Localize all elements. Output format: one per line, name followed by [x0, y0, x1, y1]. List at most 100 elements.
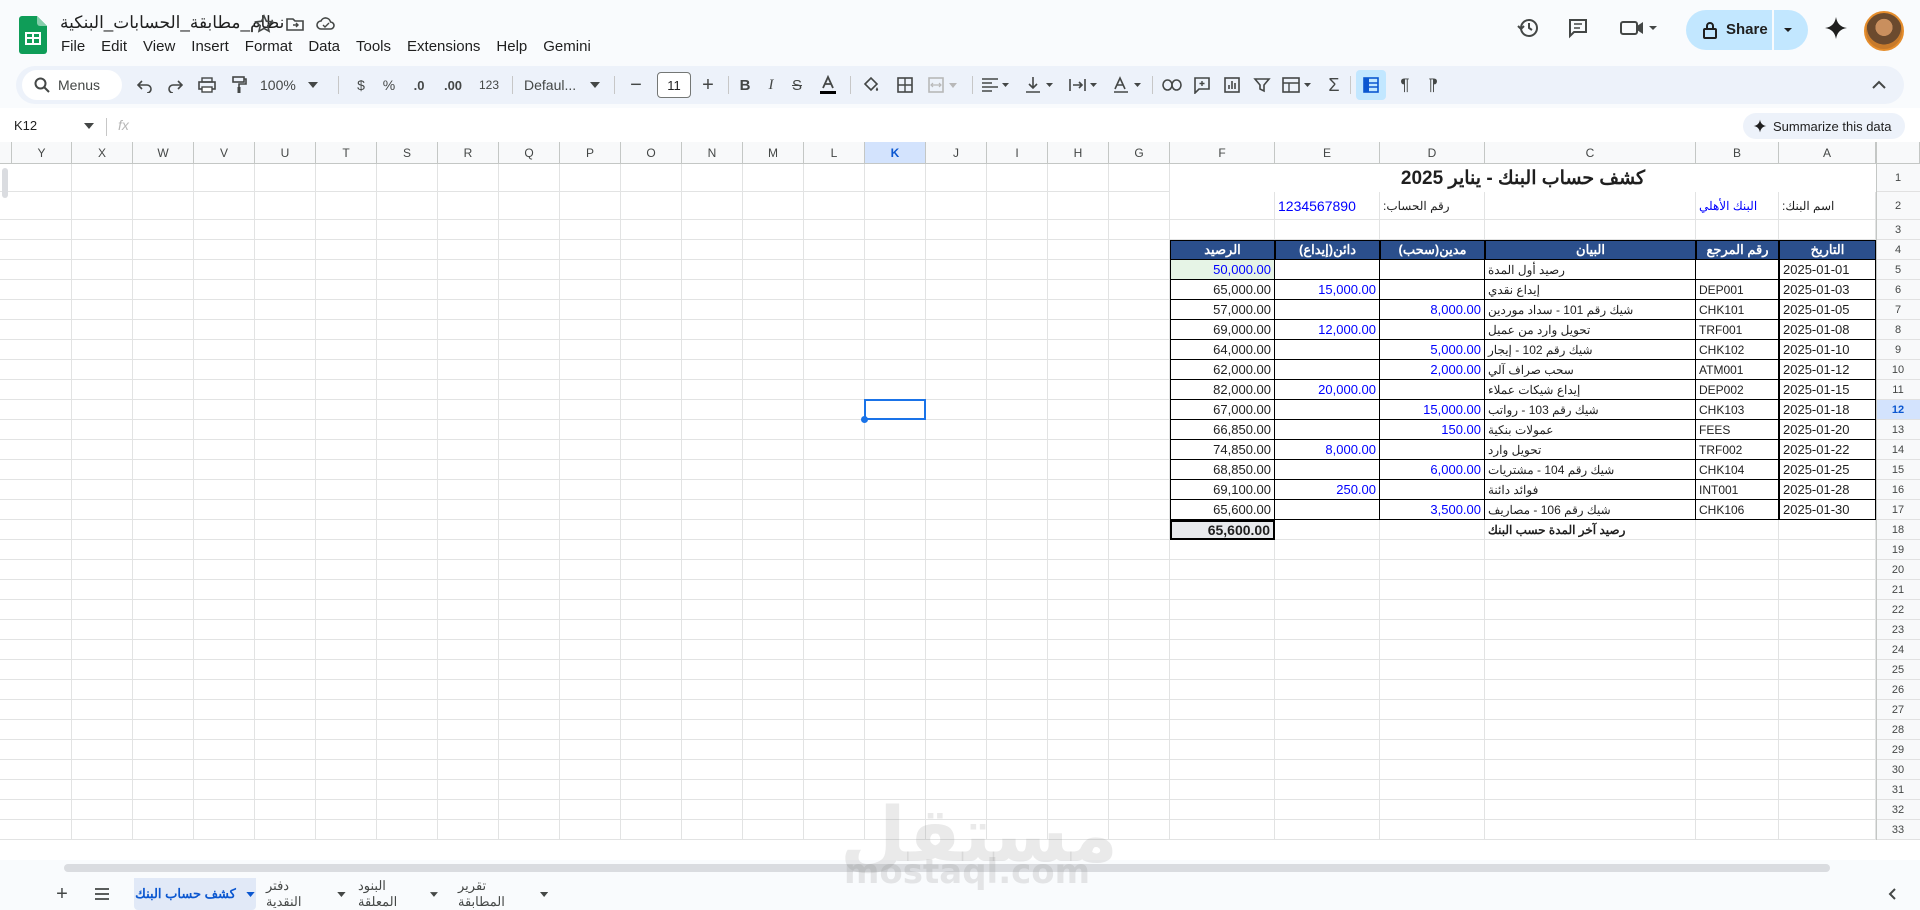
cell-date[interactable]: 2025-01-25	[1779, 460, 1876, 480]
column-header-d[interactable]: D	[1380, 142, 1485, 164]
cell-debit[interactable]: 150.00	[1380, 420, 1485, 440]
font-size-input[interactable]: 11	[657, 72, 691, 98]
comments-button[interactable]	[1560, 10, 1596, 46]
column-header-r[interactable]: R	[438, 142, 499, 164]
closing-balance-value[interactable]: 65,600.00	[1170, 520, 1275, 540]
row-header-16[interactable]: 16	[1876, 480, 1920, 500]
cell-description[interactable]: إيداع شيكات عملاء	[1485, 380, 1696, 400]
cell-credit[interactable]: 12,000.00	[1275, 320, 1380, 340]
row-header-2[interactable]: 2	[1876, 192, 1920, 220]
cell-debit[interactable]: 15,000.00	[1380, 400, 1485, 420]
print-button[interactable]	[194, 66, 220, 104]
paint-format-button[interactable]	[226, 66, 252, 104]
version-history-button[interactable]	[1510, 10, 1546, 46]
vertical-scrollbar[interactable]	[2, 168, 8, 198]
move-folder-icon[interactable]	[285, 14, 305, 34]
freeze-button[interactable]	[1356, 70, 1386, 100]
bank-name-label[interactable]: اسم البنك:	[1779, 192, 1876, 220]
cell-balance[interactable]: 64,000.00	[1170, 340, 1275, 360]
row-header-11[interactable]: 11	[1876, 380, 1920, 400]
cell-date[interactable]: 2025-01-08	[1779, 320, 1876, 340]
row-header-27[interactable]: 27	[1876, 700, 1920, 720]
cell-debit[interactable]: 6,000.00	[1380, 460, 1485, 480]
column-header-u[interactable]: U	[255, 142, 316, 164]
cell-date[interactable]: 2025-01-12	[1779, 360, 1876, 380]
cell-ref[interactable]: CHK106	[1696, 500, 1779, 520]
table-views-button[interactable]	[1278, 66, 1316, 104]
add-sheet-button[interactable]: +	[50, 878, 74, 910]
cell-description[interactable]: رصيد أول المدة	[1485, 260, 1696, 280]
row-header-26[interactable]: 26	[1876, 680, 1920, 700]
insert-chart-button[interactable]	[1218, 66, 1246, 104]
horizontal-align-button[interactable]	[978, 66, 1014, 104]
chevron-down-icon[interactable]	[84, 123, 94, 129]
cell-date[interactable]: 2025-01-30	[1779, 500, 1876, 520]
sheet-title[interactable]: كشف حساب البنك - يناير 2025	[1170, 164, 1876, 192]
cell-date[interactable]: 2025-01-18	[1779, 400, 1876, 420]
cell-debit[interactable]	[1380, 440, 1485, 460]
cell-credit[interactable]: 250.00	[1275, 480, 1380, 500]
text-color-button[interactable]	[812, 66, 844, 104]
cell-description[interactable]: تحويل وارد من عميل	[1485, 320, 1696, 340]
cell-credit[interactable]: 8,000.00	[1275, 440, 1380, 460]
insert-link-button[interactable]	[1158, 66, 1186, 104]
row-header-4[interactable]: 4	[1876, 240, 1920, 260]
cell-balance[interactable]: 57,000.00	[1170, 300, 1275, 320]
column-header-l[interactable]: L	[804, 142, 865, 164]
functions-button[interactable]: Σ	[1320, 66, 1348, 104]
cell-description[interactable]: شيك رقم 106 - مصاريف	[1485, 500, 1696, 520]
menu-edit[interactable]: Edit	[93, 36, 135, 57]
cell-credit[interactable]	[1275, 300, 1380, 320]
cell-ref[interactable]: CHK104	[1696, 460, 1779, 480]
insert-comment-button[interactable]	[1188, 66, 1216, 104]
menu-extensions[interactable]: Extensions	[399, 36, 488, 57]
cell-debit[interactable]	[1380, 260, 1485, 280]
all-sheets-button[interactable]	[90, 878, 114, 910]
cell-date[interactable]: 2025-01-03	[1779, 280, 1876, 300]
column-header-i[interactable]: I	[987, 142, 1048, 164]
cell-ref[interactable]: INT001	[1696, 480, 1779, 500]
sheet-nav-button[interactable]	[1880, 878, 1904, 910]
cell-debit[interactable]: 3,500.00	[1380, 500, 1485, 520]
column-header-x[interactable]: X	[72, 142, 133, 164]
row-header-25[interactable]: 25	[1876, 660, 1920, 680]
row-header-18[interactable]: 18	[1876, 520, 1920, 540]
cell-balance[interactable]: 82,000.00	[1170, 380, 1275, 400]
bank-name-value[interactable]: البنك الأهلي	[1696, 192, 1779, 220]
sheet-tab-cash-book[interactable]: دفتر النقدية	[266, 878, 346, 910]
menu-file[interactable]: File	[53, 36, 93, 57]
increase-decimal-button[interactable]: .00	[438, 66, 468, 104]
spreadsheet-grid[interactable]: Y X W V U T S R Q P O N M L K J I H G F E D C B A 1 2 3 4 5 6 7 8 9 10 11 12…	[0, 142, 1920, 860]
cell-balance[interactable]: 65,600.00	[1170, 500, 1275, 520]
column-header-g[interactable]: G	[1109, 142, 1170, 164]
cell-credit[interactable]	[1275, 360, 1380, 380]
cell-credit[interactable]	[1275, 260, 1380, 280]
cell-description[interactable]: شيك رقم 102 - إيجار	[1485, 340, 1696, 360]
cell-date[interactable]: 2025-01-05	[1779, 300, 1876, 320]
row-header-9[interactable]: 9	[1876, 340, 1920, 360]
column-header-v[interactable]: V	[194, 142, 255, 164]
text-rotation-button[interactable]	[1110, 66, 1146, 104]
cell-description[interactable]: إيداع نقدي	[1485, 280, 1696, 300]
document-title[interactable]: نظام_مطابقة_الحسابات_البنكية	[60, 13, 284, 33]
column-header-s[interactable]: S	[377, 142, 438, 164]
cell-balance[interactable]: 69,100.00	[1170, 480, 1275, 500]
row-header-5[interactable]: 5	[1876, 260, 1920, 280]
cell-description[interactable]: عمولات بنكية	[1485, 420, 1696, 440]
row-header-6[interactable]: 6	[1876, 280, 1920, 300]
menu-view[interactable]: View	[135, 36, 183, 57]
menu-gemini[interactable]: Gemini	[535, 36, 599, 57]
cell-balance[interactable]: 66,850.00	[1170, 420, 1275, 440]
cell-ref[interactable]: DEP001	[1696, 280, 1779, 300]
cell-balance[interactable]: 68,850.00	[1170, 460, 1275, 480]
redo-button[interactable]	[162, 66, 188, 104]
column-header-k[interactable]: K	[865, 142, 926, 164]
row-header-7[interactable]: 7	[1876, 300, 1920, 320]
cell-balance[interactable]: 74,850.00	[1170, 440, 1275, 460]
cell-description[interactable]: سحب صراف آلي	[1485, 360, 1696, 380]
menu-insert[interactable]: Insert	[183, 36, 237, 57]
cell-ref[interactable]: ATM001	[1696, 360, 1779, 380]
account-number-value[interactable]: 1234567890	[1275, 192, 1380, 220]
row-header-8[interactable]: 8	[1876, 320, 1920, 340]
column-header-q[interactable]: Q	[499, 142, 560, 164]
